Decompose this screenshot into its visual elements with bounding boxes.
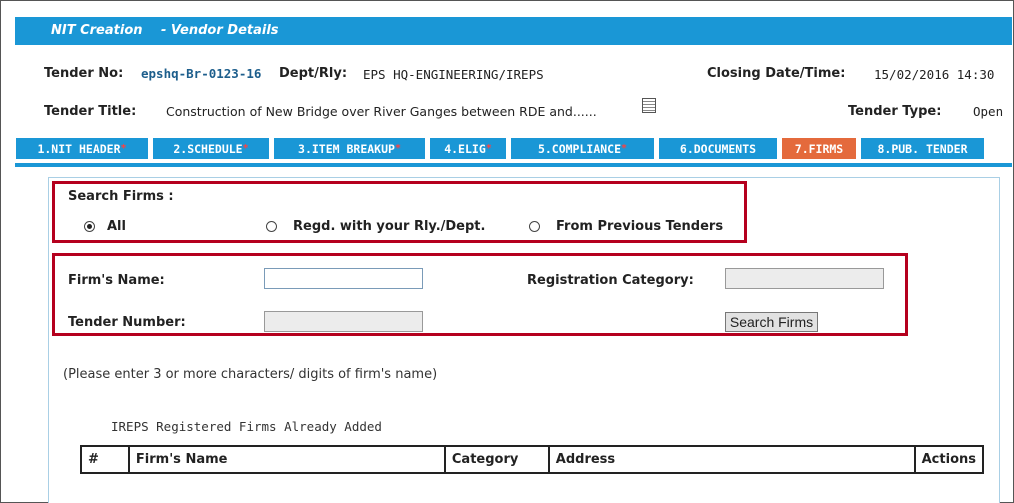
search-hint: (Please enter 3 or more characters/ digi… [63,367,438,382]
tab-schedule[interactable]: 2.SCHEDULE* [152,137,270,159]
column-header-category: Category [443,445,550,474]
required-marker: * [242,143,249,154]
tender-type-value: Open [973,104,1004,119]
tender-type-label: Tender Type: [848,104,942,119]
tender-title-value: Construction of New Bridge over River Ga… [166,104,597,119]
radio-previous-tenders-label: From Previous Tenders [556,219,724,234]
radio-regd[interactable] [266,221,277,232]
tab-item-breakup[interactable]: 3.ITEM BREAKUP* [273,137,426,159]
added-firms-table: # Firm's Name Category Address Actions [80,445,985,474]
required-marker: * [621,143,628,154]
registration-category-input[interactable] [725,268,884,289]
tender-no-value-wrap: epshq-Br-0123-16 [141,66,261,82]
tender-title-label: Tender Title: [44,104,137,119]
radio-previous-tenders[interactable] [529,221,540,232]
tab-firms[interactable]: 7.FIRMS [781,137,857,159]
document-icon[interactable] [642,98,656,113]
tab-label: 4.ELIG [444,142,486,156]
tab-compliance[interactable]: 5.COMPLIANCE* [510,137,655,159]
tender-no-value: epshq-Br-0123-16 [141,66,262,81]
dept-row: Dept/Rly: [279,66,347,81]
closing-row: Closing Date/Time: [707,66,845,81]
tab-nit-header[interactable]: 1.NIT HEADER* [15,137,149,159]
closing-label: Closing Date/Time: [707,66,846,81]
tender-no-label: Tender No: [44,66,124,81]
tab-label: 2.SCHEDULE [173,142,243,156]
section-title: NIT Creation [51,23,143,38]
firm-name-input[interactable] [264,268,423,289]
required-marker: * [394,143,401,154]
search-firms-title: Search Firms : [68,189,174,204]
required-marker: * [485,143,492,154]
section-titlebar: NIT Creation - Vendor Details [15,17,1012,45]
required-marker: * [120,143,127,154]
radio-all-label: All [107,219,126,234]
tab-label: 1.NIT HEADER [37,142,121,156]
closing-value: 15/02/2016 14:30 [874,67,995,82]
tab-label: 3.ITEM BREAKUP [298,142,395,156]
dept-value: EPS HQ-ENGINEERING/IREPS [363,67,544,82]
dept-label: Dept/Rly: [279,66,348,81]
tab-label: 8.PUB. TENDER [877,142,968,156]
tender-type-row: Tender Type: [848,104,941,119]
tender-number-input[interactable] [264,311,423,332]
tender-title-value-wrap: Construction of New Bridge over River Ga… [166,104,597,120]
tab-documents[interactable]: 6.DOCUMENTS [658,137,778,159]
table-header-row: # Firm's Name Category Address Actions [80,445,985,474]
dept-value-wrap: EPS HQ-ENGINEERING/IREPS [363,67,544,83]
radio-regd-label: Regd. with your Rly./Dept. [293,219,486,234]
added-firms-heading: IREPS Registered Firms Already Added [111,419,382,434]
search-firms-button[interactable]: Search Firms [725,312,818,332]
closing-value-wrap: 15/02/2016 14:30 [874,67,994,83]
column-header-actions: Actions [913,445,985,474]
tender-title-row: Tender Title: [44,104,136,119]
tab-pub-tender[interactable]: 8.PUB. TENDER [860,137,985,159]
column-header-firm-name: Firm's Name [127,445,446,474]
tender-no-row: Tender No: [44,66,123,81]
tab-label: 7.FIRMS [794,142,844,156]
tab-label: 6.DOCUMENTS [679,142,757,156]
section-subtitle: - Vendor Details [161,23,279,38]
firm-name-label: Firm's Name: [68,273,165,288]
column-header-index: # [80,445,130,474]
tab-bar: 1.NIT HEADER* 2.SCHEDULE* 3.ITEM BREAKUP… [15,137,1012,167]
radio-all[interactable] [84,221,95,232]
tab-elig[interactable]: 4.ELIG* [429,137,507,159]
tab-label: 5.COMPLIANCE [537,142,622,156]
tender-type-value-wrap: Open [973,104,1003,120]
column-header-address: Address [547,445,916,474]
tender-number-label: Tender Number: [68,315,186,330]
registration-category-label: Registration Category: [527,273,694,288]
